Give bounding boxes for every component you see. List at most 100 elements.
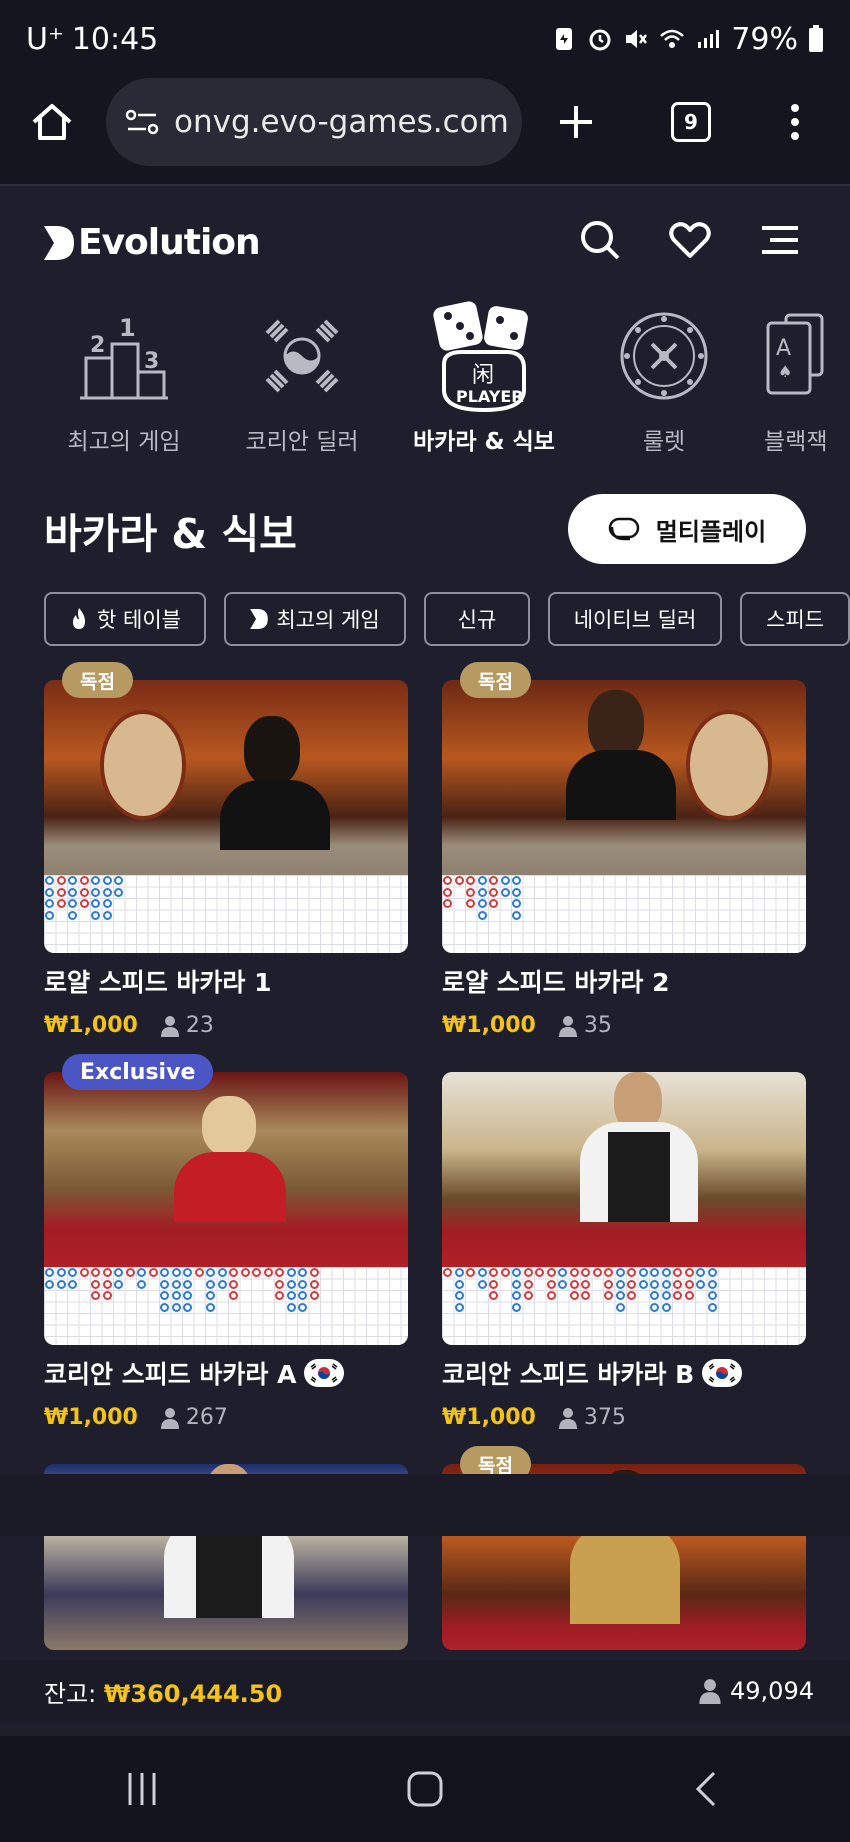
bead-dot xyxy=(91,1279,100,1289)
category-baccarat-sicbo[interactable]: 闲 PLAYER 바카라 & 식보 xyxy=(404,296,564,456)
user-icon xyxy=(160,1015,179,1037)
menu-dots-icon[interactable] xyxy=(780,100,810,144)
bead-dot xyxy=(512,1302,521,1312)
status-bar: U⁺ 10:45 79% xyxy=(0,0,850,78)
bead-dot xyxy=(604,1268,613,1277)
filter-new[interactable]: 신규 xyxy=(424,592,530,646)
carrier-label: U⁺ xyxy=(26,21,64,57)
category-korean-dealer[interactable]: 코리안 딜러 xyxy=(222,296,382,456)
filter-speed[interactable]: 스피드 xyxy=(740,592,850,646)
bead-dot xyxy=(650,1302,659,1312)
bead-dot xyxy=(477,876,487,885)
home-button-icon[interactable] xyxy=(405,1769,445,1809)
bead-dot xyxy=(523,1279,533,1289)
bead-dot xyxy=(171,1291,181,1300)
bead-dot xyxy=(512,1279,521,1289)
url-text: onvg.evo-games.com xyxy=(174,104,509,140)
bead-dot xyxy=(45,887,54,897)
category-label: 룰렛 xyxy=(642,429,686,455)
game-card[interactable]: Exclusive 코리안 스피드 바카라 A ₩1,000 267 xyxy=(44,1054,408,1430)
bead-dot xyxy=(229,1291,238,1300)
bead-dot xyxy=(707,1291,717,1300)
bead-dot xyxy=(79,887,89,897)
bead-dot xyxy=(627,1268,636,1277)
bead-dot xyxy=(309,1291,319,1300)
game-thumbnail xyxy=(442,1072,806,1267)
filter-hot-tables[interactable]: 핫 테이블 xyxy=(44,592,206,646)
bead-dot xyxy=(91,910,100,920)
bead-dot xyxy=(217,1279,227,1289)
multiplay-icon xyxy=(608,517,640,541)
game-card[interactable]: 코리안 스피드 바카라 B ₩1,000 375 xyxy=(442,1072,806,1430)
bead-dot xyxy=(45,899,54,908)
exclusive-badge: Exclusive xyxy=(62,1054,214,1090)
tab-switcher-button[interactable]: 9 xyxy=(671,102,711,142)
bead-dot xyxy=(523,1268,533,1277)
menu-icon[interactable] xyxy=(758,218,802,262)
bead-road xyxy=(442,1267,806,1345)
bead-dot xyxy=(477,1279,487,1289)
filter-label: 핫 테이블 xyxy=(97,608,181,632)
new-tab-icon[interactable] xyxy=(556,102,596,142)
bead-dot xyxy=(477,910,487,920)
bead-dot xyxy=(45,910,54,920)
site-settings-icon[interactable] xyxy=(124,107,160,137)
home-icon[interactable] xyxy=(30,100,74,144)
bead-dot xyxy=(500,887,510,897)
category-top-games[interactable]: 12 3 최고의 게임 xyxy=(44,296,204,456)
bead-dot xyxy=(102,887,112,897)
bead-dot xyxy=(45,876,54,885)
bead-dot xyxy=(275,1291,284,1300)
bead-dot xyxy=(171,1279,181,1289)
back-icon[interactable] xyxy=(688,1769,728,1809)
bead-dot xyxy=(684,1268,694,1277)
bead-dot xyxy=(56,1279,66,1289)
filter-label: 최고의 게임 xyxy=(276,608,380,632)
bead-dot xyxy=(581,1279,590,1289)
bead-dot xyxy=(183,1302,192,1312)
wifi-icon xyxy=(660,29,685,48)
filter-top-games[interactable]: 최고의 게임 xyxy=(224,592,406,646)
bead-dot xyxy=(696,1268,705,1277)
bead-dot xyxy=(171,1302,181,1312)
bead-dot xyxy=(443,887,452,897)
bead-dot xyxy=(477,887,487,897)
bead-dot xyxy=(443,899,452,908)
bead-dot xyxy=(454,1279,464,1289)
balance-label: 잔고: xyxy=(44,1679,97,1708)
podium-icon: 12 3 xyxy=(80,314,168,400)
bead-dot xyxy=(102,910,112,920)
bead-dot xyxy=(114,1279,123,1289)
bead-dot xyxy=(569,1291,579,1300)
favorites-heart-icon[interactable] xyxy=(668,218,712,262)
bead-dot xyxy=(707,1268,717,1277)
category-roulette[interactable]: 룰렛 xyxy=(584,296,744,456)
svg-text:3: 3 xyxy=(144,349,159,374)
game-card[interactable]: 독점 로얄 스피드 바카라 2 ₩1,000 35 xyxy=(442,662,806,1038)
bead-dot xyxy=(673,1291,682,1300)
bead-dot xyxy=(500,876,510,885)
bead-dot xyxy=(45,1268,54,1277)
bead-dot xyxy=(56,1268,66,1277)
evolution-logo[interactable]: Evolution xyxy=(44,222,261,263)
bead-dot xyxy=(183,1279,192,1289)
search-icon[interactable] xyxy=(578,218,622,262)
game-card[interactable]: 독점 로얄 스피드 바카라 1 ₩1,000 23 xyxy=(44,662,408,1038)
bead-dot xyxy=(489,1268,498,1277)
bead-dot xyxy=(56,876,66,885)
fire-icon xyxy=(73,608,86,629)
filter-native-dealer[interactable]: 네이티브 딜러 xyxy=(548,592,722,646)
bead-dot xyxy=(114,887,123,897)
multiplay-button[interactable]: 멀티플레이 xyxy=(568,494,806,564)
bead-dot xyxy=(684,1279,694,1289)
evolution-logo-icon xyxy=(44,225,74,260)
bead-dot xyxy=(91,1291,100,1300)
bead-dot xyxy=(148,1268,158,1277)
bead-dot xyxy=(489,887,498,897)
address-bar[interactable]: onvg.evo-games.com xyxy=(106,78,522,166)
game-thumbnail xyxy=(442,680,806,875)
svg-text:♠: ♠ xyxy=(778,362,792,381)
bead-dot xyxy=(286,1302,296,1312)
category-blackjack[interactable]: A ♠ 블랙잭 xyxy=(764,296,850,456)
recent-apps-icon[interactable] xyxy=(122,1769,162,1809)
